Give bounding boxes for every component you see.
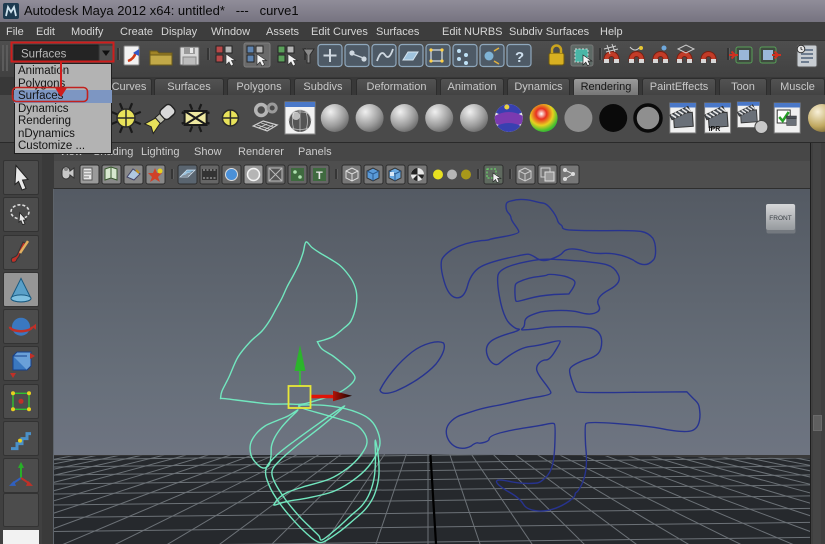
svg-text:FRONT: FRONT	[769, 215, 791, 222]
svg-text:IPR: IPR	[709, 126, 721, 133]
svg-text:?: ?	[515, 49, 524, 66]
svg-text:T: T	[316, 170, 323, 182]
